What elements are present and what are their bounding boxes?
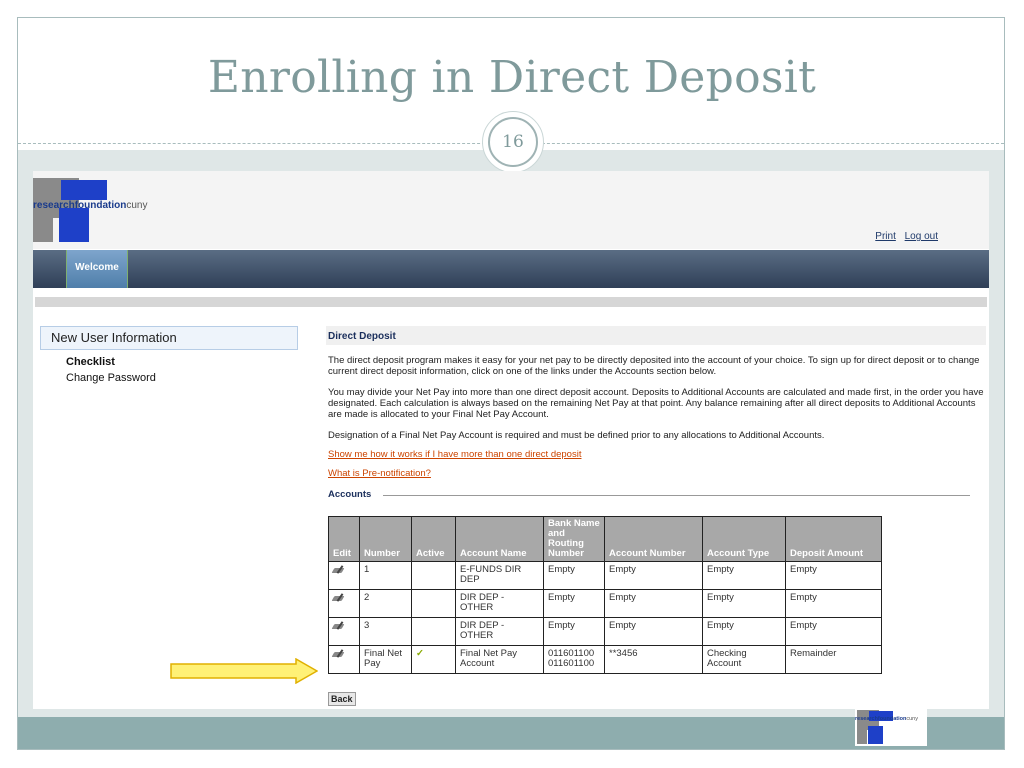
- header-links: Print Log out: [869, 231, 938, 242]
- account-name-cell: Final Net Pay Account: [455, 645, 544, 674]
- account-name-cell: DIR DEP - OTHER: [455, 589, 544, 618]
- accounts-label: Accounts: [328, 489, 372, 500]
- active-check-icon: ✓: [411, 645, 456, 674]
- edit-pencil-icon[interactable]: [333, 593, 345, 603]
- bank-cell: Empty: [543, 589, 605, 618]
- table-header-row: Edit Number Active Account Name Bank Nam…: [328, 516, 882, 562]
- print-link[interactable]: Print: [875, 231, 896, 242]
- account-name-cell: E-FUNDS DIR DEP: [455, 561, 544, 590]
- requirement-paragraph: Designation of a Final Net Pay Account i…: [328, 430, 825, 441]
- table-row: 1 E-FUNDS DIR DEP Empty Empty Empty Empt…: [328, 561, 882, 590]
- col-bank-routing: Bank Name and Routing Number: [543, 516, 605, 562]
- logo-text: researchfoundation: [33, 200, 127, 211]
- edit-pencil-icon[interactable]: [333, 621, 345, 631]
- col-active: Active: [411, 516, 456, 562]
- col-account-name: Account Name: [455, 516, 544, 562]
- main-content: Direct Deposit The direct deposit progra…: [326, 326, 986, 501]
- col-account-type: Account Type: [702, 516, 786, 562]
- section-title: Direct Deposit: [326, 326, 986, 345]
- account-number-cell: Empty: [604, 617, 703, 646]
- col-deposit-amount: Deposit Amount: [785, 516, 882, 562]
- nav-separator: [35, 297, 987, 307]
- corner-logo-text: researchfoundation: [855, 716, 907, 722]
- bank-cell: 011601100 011601100: [543, 645, 605, 674]
- edit-cell: [328, 645, 360, 674]
- deposit-amount-cell: Empty: [785, 561, 882, 590]
- back-button[interactable]: Back: [328, 692, 356, 706]
- account-type-cell: Empty: [702, 617, 786, 646]
- number-cell: Final Net Pay: [359, 645, 412, 674]
- number-cell: 1: [359, 561, 412, 590]
- number-cell: 2: [359, 589, 412, 618]
- table-row: 2 DIR DEP - OTHER Empty Empty Empty Empt…: [328, 589, 882, 618]
- slide-title: Enrolling in Direct Deposit: [207, 52, 817, 103]
- site-header: researchfoundationcuny Print Log out: [33, 171, 989, 249]
- edit-cell: [328, 617, 360, 646]
- edit-cell: [328, 589, 360, 618]
- table-row: 3 DIR DEP - OTHER Empty Empty Empty Empt…: [328, 617, 882, 646]
- bank-cell: Empty: [543, 561, 605, 590]
- pre-notification-link[interactable]: What is Pre-notification?: [328, 468, 986, 479]
- account-type-cell: Empty: [702, 589, 786, 618]
- col-number: Number: [359, 516, 412, 562]
- sidebar-item-change-password[interactable]: Change Password: [40, 372, 300, 384]
- active-cell: [411, 617, 456, 646]
- sidebar-item-checklist[interactable]: Checklist: [40, 356, 300, 368]
- accounts-heading: Accounts: [328, 489, 986, 501]
- deposit-amount-cell: Empty: [785, 617, 882, 646]
- bank-cell: Empty: [543, 617, 605, 646]
- account-type-cell: Empty: [702, 561, 786, 590]
- corner-logo-suffix: cuny: [906, 716, 918, 722]
- edit-cell: [328, 561, 360, 590]
- allocation-paragraph: You may divide your Net Pay into more th…: [328, 387, 984, 420]
- edit-pencil-icon[interactable]: [333, 649, 345, 659]
- main-navbar: Welcome: [33, 250, 989, 288]
- account-name-cell: DIR DEP - OTHER: [455, 617, 544, 646]
- logo-suffix: cuny: [126, 200, 148, 211]
- active-cell: [411, 561, 456, 590]
- account-number-cell: Empty: [604, 589, 703, 618]
- accounts-table: Edit Number Active Account Name Bank Nam…: [328, 516, 882, 674]
- sidebar: New User Information Checklist Change Pa…: [40, 326, 300, 384]
- page-number: 16: [488, 117, 538, 167]
- tab-welcome[interactable]: Welcome: [66, 250, 128, 288]
- edit-pencil-icon[interactable]: [333, 565, 345, 575]
- research-foundation-logo: researchfoundationcuny: [33, 178, 173, 242]
- how-it-works-link[interactable]: Show me how it works if I have more than…: [328, 449, 986, 460]
- intro-paragraph: The direct deposit program makes it easy…: [328, 355, 980, 377]
- account-type-cell: Checking Account: [702, 645, 786, 674]
- highlight-arrow-icon: [170, 658, 318, 684]
- col-edit: Edit: [328, 516, 360, 562]
- accounts-rule: [383, 495, 970, 496]
- screenshot-panel: researchfoundationcuny Print Log out Wel…: [33, 171, 989, 709]
- active-cell: [411, 589, 456, 618]
- col-account-number: Account Number: [604, 516, 703, 562]
- corner-logo: researchfoundationcuny: [855, 708, 927, 746]
- number-cell: 3: [359, 617, 412, 646]
- account-number-cell: **3456: [604, 645, 703, 674]
- sidebar-heading: New User Information: [40, 326, 298, 350]
- deposit-amount-cell: Remainder: [785, 645, 882, 674]
- deposit-amount-cell: Empty: [785, 589, 882, 618]
- logout-link[interactable]: Log out: [905, 231, 938, 242]
- table-row: Final Net Pay ✓ Final Net Pay Account 01…: [328, 645, 882, 674]
- account-number-cell: Empty: [604, 561, 703, 590]
